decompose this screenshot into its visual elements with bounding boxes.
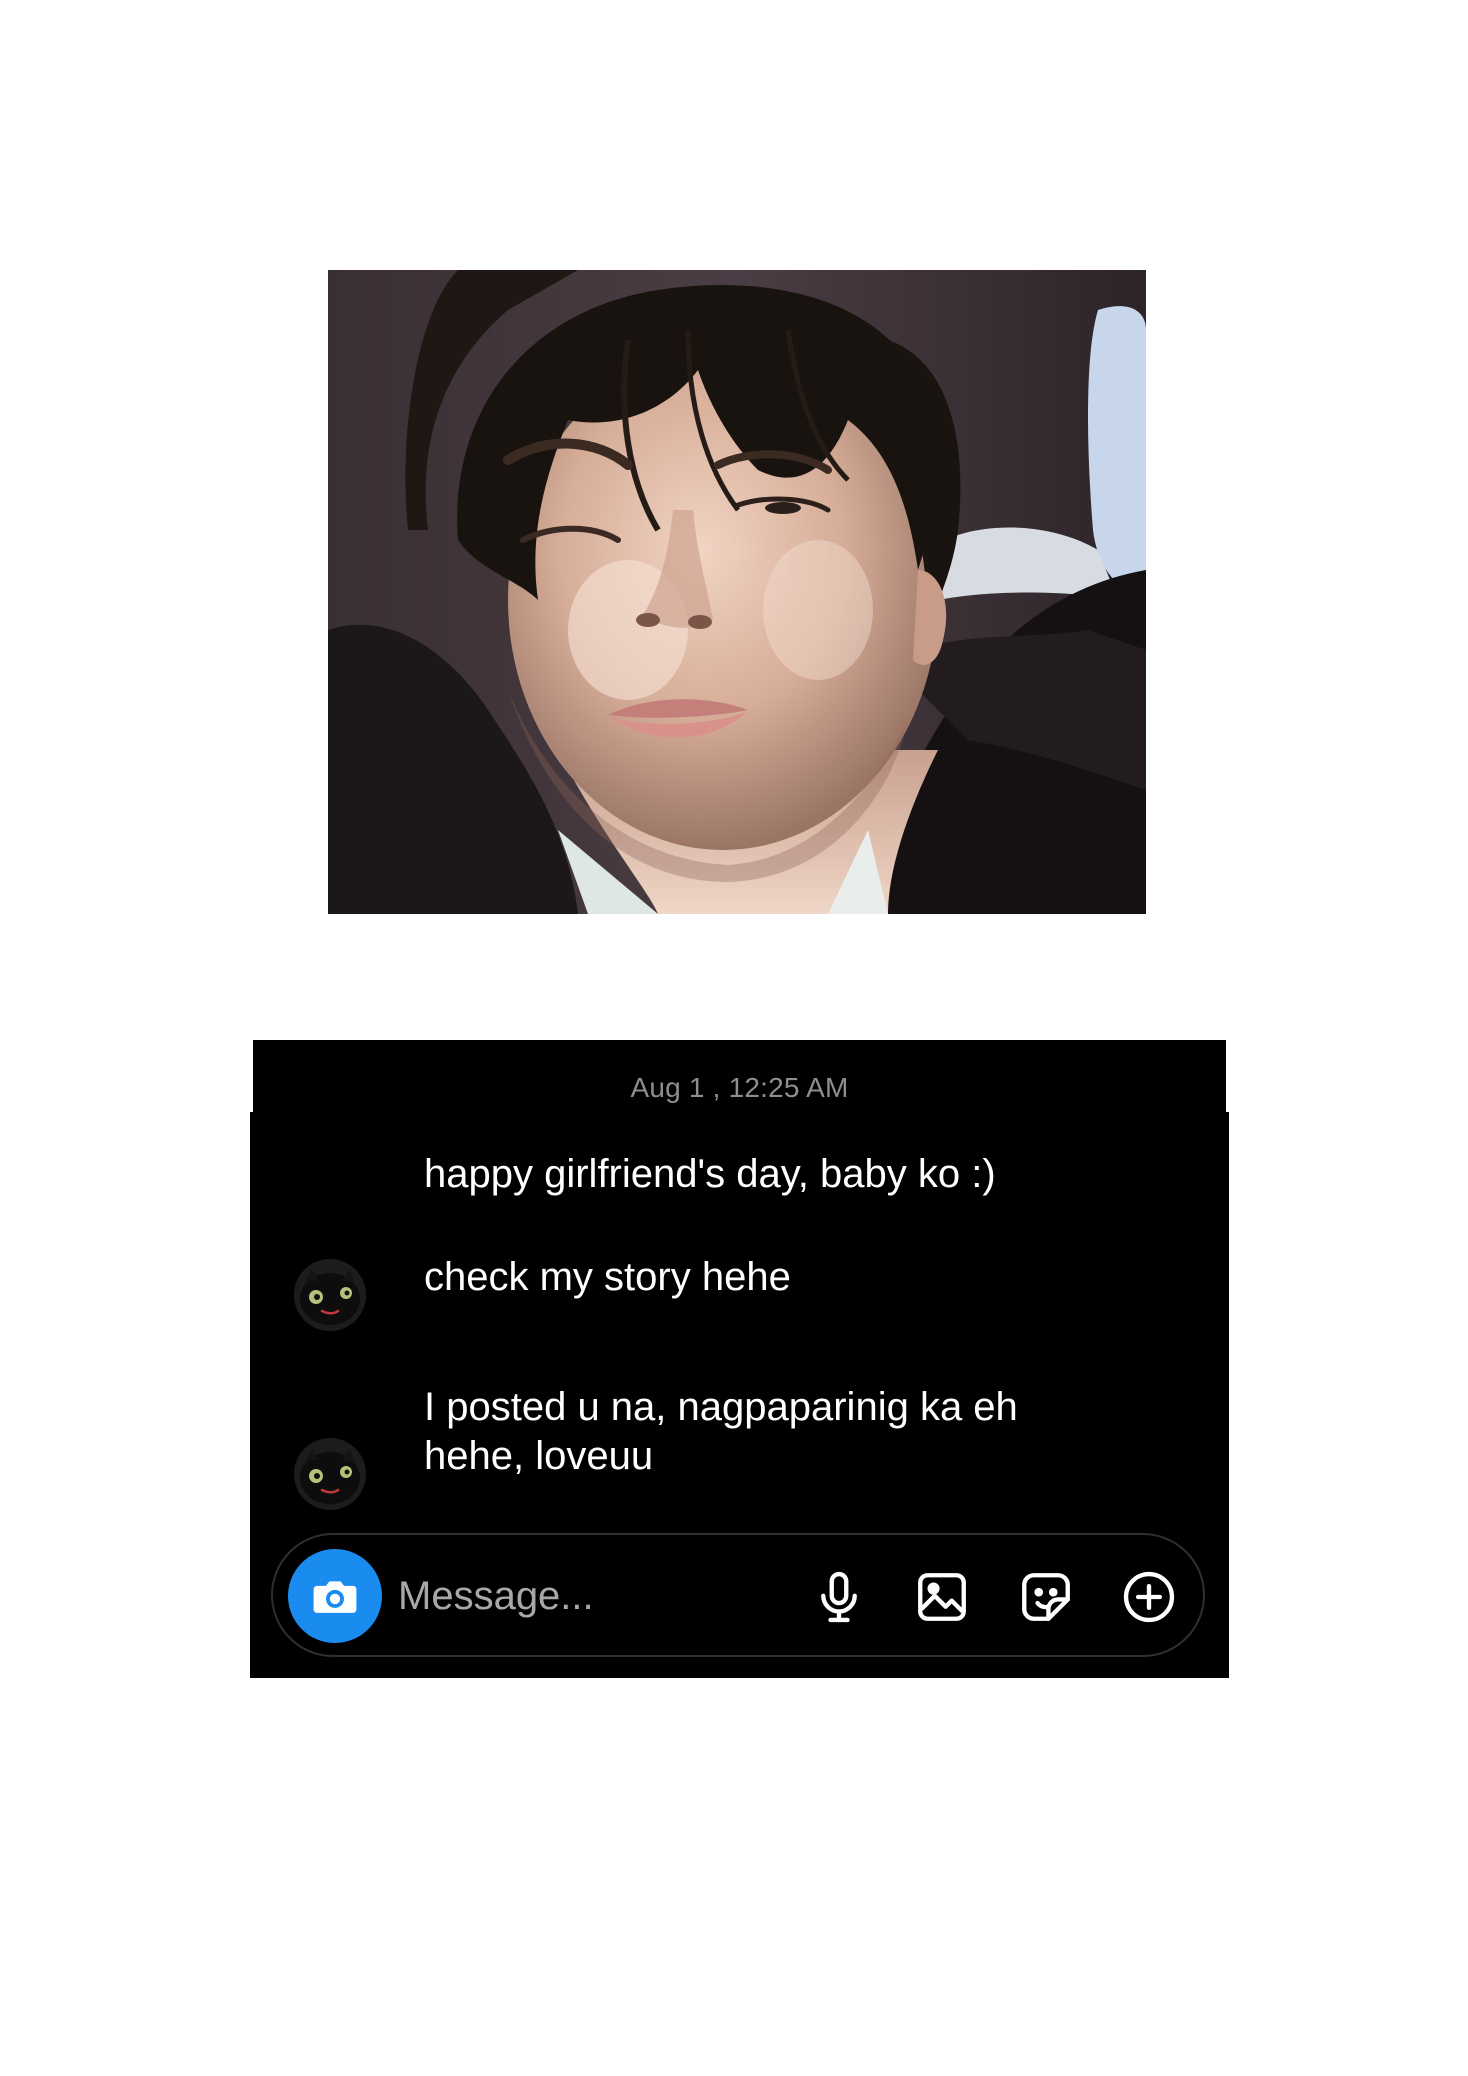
crop-edge (1226, 1040, 1229, 1112)
crop-edge (250, 1040, 253, 1112)
avatar[interactable] (294, 1259, 366, 1331)
more-options-button[interactable] (1120, 1568, 1178, 1626)
message-text: happy girlfriend's day, baby ko :) (424, 1152, 996, 1196)
message-timestamp: Aug 1 , 12:25 AM (630, 1072, 849, 1103)
toothless-avatar-icon (294, 1438, 366, 1510)
avatar[interactable] (294, 1438, 366, 1510)
plus-icon (1123, 1571, 1175, 1623)
sticker-icon (1022, 1573, 1070, 1621)
gallery-button[interactable] (913, 1568, 971, 1626)
shared-photo (328, 270, 1146, 914)
camera-icon (313, 1581, 357, 1613)
message-composer (271, 1533, 1205, 1657)
chat-screen: Aug 1 , 12:25 AM happy girlfriend's day,… (250, 1040, 1229, 1678)
gallery-icon (918, 1573, 966, 1621)
voice-message-button[interactable] (810, 1568, 868, 1626)
camera-button[interactable] (288, 1549, 382, 1643)
message-text: I posted u na, nagpaparinig ka eh hehe, … (424, 1385, 1018, 1478)
microphone-icon (821, 1571, 857, 1623)
message-input[interactable] (398, 1565, 738, 1627)
sticker-button[interactable] (1017, 1568, 1075, 1626)
toothless-avatar-icon (294, 1259, 366, 1331)
message-text: check my story hehe (424, 1255, 791, 1299)
portrait-image (328, 270, 1146, 914)
